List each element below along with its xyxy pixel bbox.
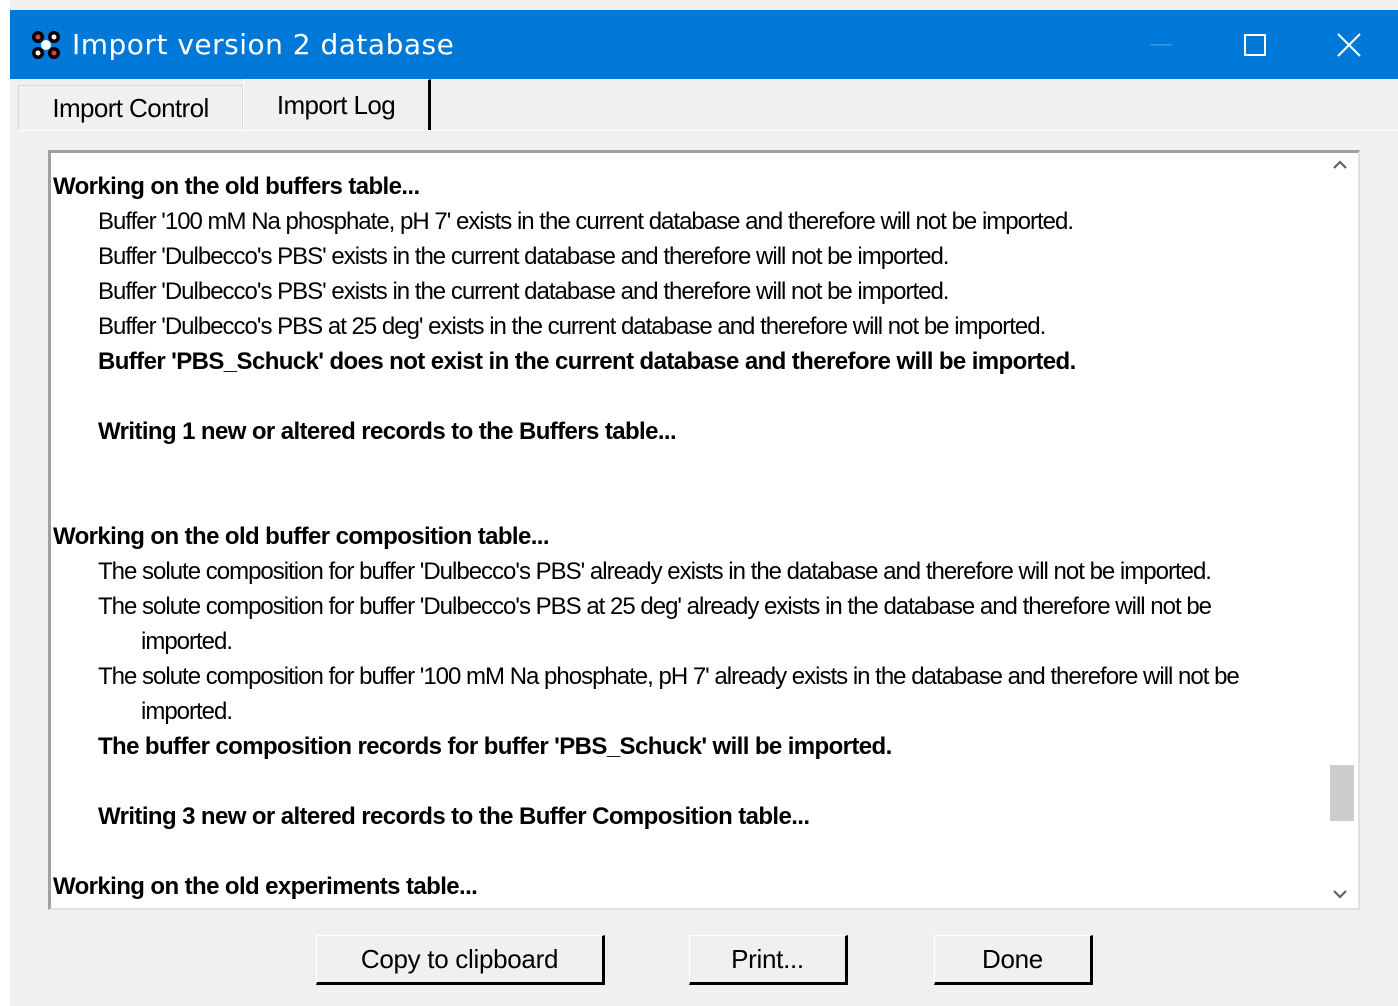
minimize-icon [1150, 43, 1172, 45]
maximize-icon [1244, 33, 1266, 56]
log-line: imported. [141, 628, 233, 655]
import-dialog-window: Import version 2 database Import Control… [0, 0, 1398, 1006]
log-line-blank [53, 449, 1323, 484]
vertical-scrollbar[interactable] [1324, 153, 1358, 908]
scrollbar-thumb[interactable] [1330, 765, 1354, 821]
database-app-icon [30, 30, 62, 60]
log-line-blank [53, 484, 1323, 519]
log-line: Buffer '100 mM Na phosphate, pH 7' exist… [98, 208, 1074, 235]
import-log-textbox[interactable]: Working on the old buffers table... Buff… [48, 150, 1360, 910]
print-button[interactable]: Print... [689, 935, 848, 985]
log-line: Working on the old buffers table... [53, 173, 420, 200]
log-line: The solute composition for buffer '100 m… [98, 663, 1240, 690]
log-line: The buffer composition records for buffe… [98, 733, 892, 760]
close-button[interactable] [1302, 10, 1396, 79]
tab-label: Import Log [276, 90, 396, 120]
chevron-up-icon[interactable] [1332, 159, 1348, 171]
done-button[interactable]: Done [934, 935, 1093, 985]
close-icon [1337, 32, 1361, 57]
chevron-down-icon[interactable] [1332, 888, 1348, 900]
log-line: Writing 3 new or altered records to the … [98, 803, 810, 830]
window-title: Import version 2 database [72, 28, 455, 61]
log-line-blank [53, 379, 1323, 414]
log-line: Buffer 'PBS_Schuck' does not exist in th… [98, 348, 1076, 375]
tab-panel-border [18, 130, 1398, 131]
log-line: Buffer 'Dulbecco's PBS at 25 deg' exists… [98, 313, 1046, 340]
log-line: Working on the old experiments table... [53, 873, 478, 900]
minimize-button[interactable] [1114, 10, 1208, 79]
tab-label: Import Control [52, 93, 209, 123]
copy-to-clipboard-button[interactable]: Copy to clipboard [316, 935, 605, 985]
tab-import-control[interactable]: Import Control [18, 85, 243, 131]
tab-import-log[interactable]: Import Log [243, 79, 431, 131]
log-line: Buffer 'Dulbecco's PBS' exists in the cu… [98, 278, 949, 305]
log-line: The solute composition for buffer 'Dulbe… [98, 593, 1212, 620]
log-content: Working on the old buffers table... Buff… [53, 169, 1323, 904]
log-line-blank [53, 764, 1323, 799]
log-line: Buffer 'Dulbecco's PBS' exists in the cu… [98, 243, 949, 270]
log-line: imported. [141, 698, 233, 725]
log-line-blank [53, 834, 1323, 869]
log-line: Working on the old buffer composition ta… [53, 523, 550, 550]
maximize-button[interactable] [1208, 10, 1302, 79]
log-line: Writing 1 new or altered records to the … [98, 418, 677, 445]
log-line: The solute composition for buffer 'Dulbe… [98, 558, 1212, 585]
